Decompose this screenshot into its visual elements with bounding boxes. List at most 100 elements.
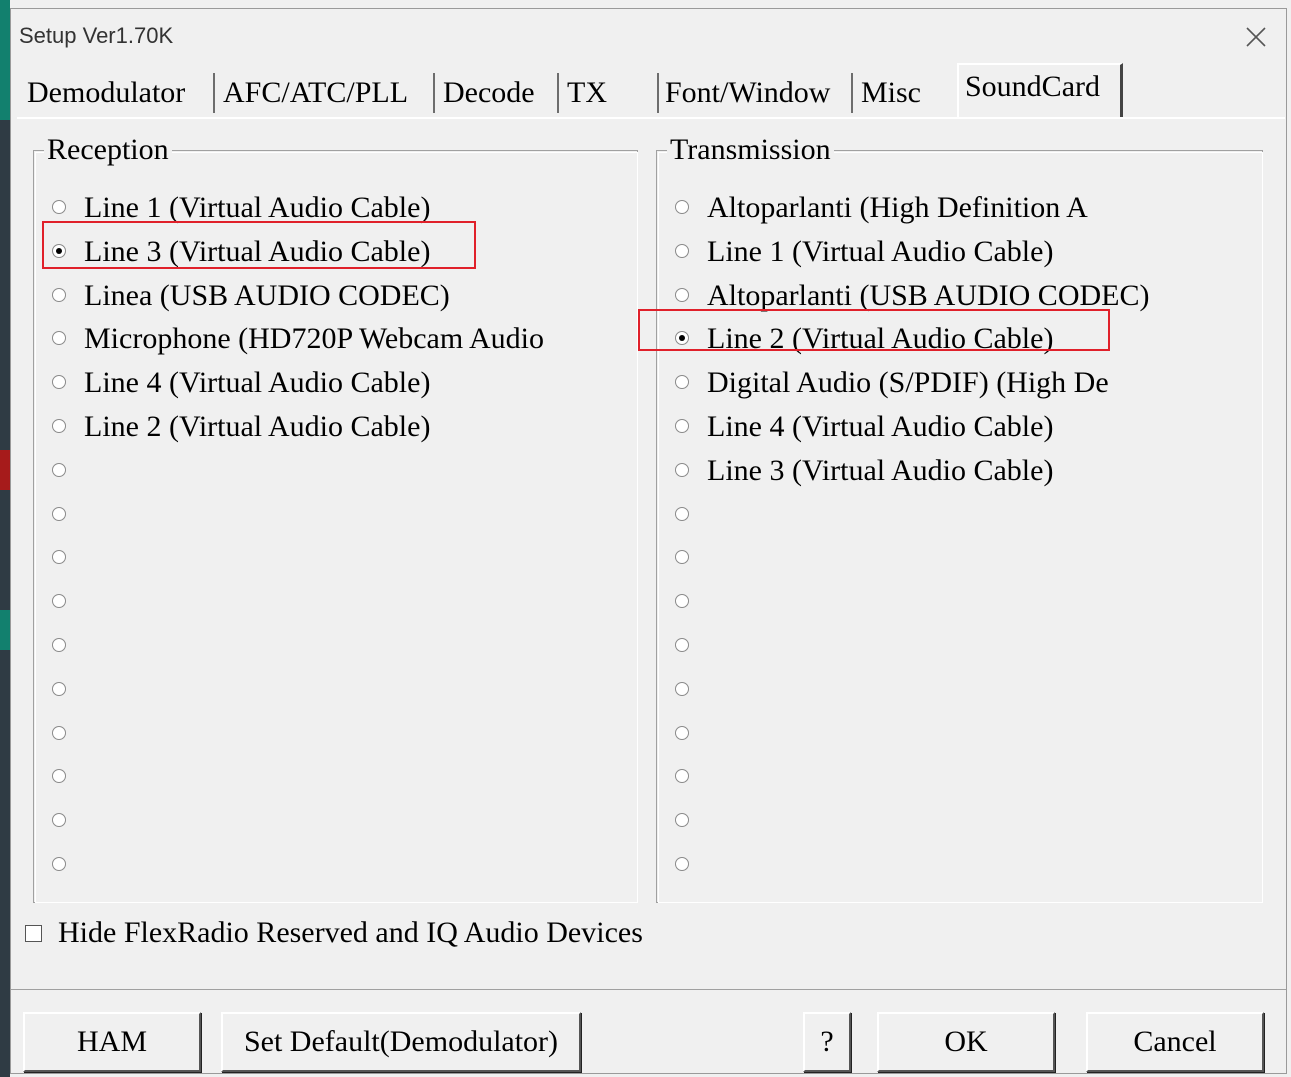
reception-option[interactable] xyxy=(48,757,608,797)
transmission-group: Transmission Altoparlanti (High Definiti… xyxy=(656,133,1263,903)
reception-option[interactable]: Line 3 (Virtual Audio Cable) xyxy=(48,232,608,272)
background-accent xyxy=(0,450,10,490)
transmission-option[interactable]: Altoparlanti (High Definition A xyxy=(671,188,1231,228)
reception-option-label: Linea (USB AUDIO CODEC) xyxy=(84,278,450,312)
tab-font-window[interactable]: Font/Window xyxy=(657,73,853,113)
reception-option-label: Line 3 (Virtual Audio Cable) xyxy=(84,234,431,268)
transmission-option[interactable]: Altoparlanti (USB AUDIO CODEC) xyxy=(671,276,1231,316)
radio-button[interactable] xyxy=(52,462,66,477)
radio-button[interactable] xyxy=(675,506,689,521)
transmission-option[interactable] xyxy=(671,714,1231,754)
close-button[interactable] xyxy=(1238,19,1274,55)
reception-option[interactable] xyxy=(48,714,608,754)
set-default-button[interactable]: Set Default(Demodulator) xyxy=(221,1012,581,1072)
reception-option[interactable]: Line 4 (Virtual Audio Cable) xyxy=(48,363,608,403)
reception-option-label: Line 1 (Virtual Audio Cable) xyxy=(84,191,431,224)
radio-button[interactable] xyxy=(52,200,66,214)
reception-option-label: Line 4 (Virtual Audio Cable) xyxy=(84,366,431,400)
radio-button[interactable] xyxy=(675,857,689,871)
help-button[interactable]: ? xyxy=(803,1012,851,1072)
radio-button[interactable] xyxy=(675,200,689,214)
background-app-edge xyxy=(0,0,10,1077)
radio-button[interactable] xyxy=(52,813,66,828)
radio-button[interactable] xyxy=(675,725,689,740)
transmission-option[interactable] xyxy=(671,670,1231,710)
transmission-option[interactable] xyxy=(671,845,1231,885)
transmission-option[interactable] xyxy=(671,757,1231,797)
radio-button[interactable] xyxy=(675,550,689,565)
radio-button[interactable] xyxy=(675,769,689,784)
reception-option[interactable] xyxy=(48,451,608,491)
reception-option[interactable]: Microphone (HD720P Webcam Audio xyxy=(48,319,608,359)
radio-button[interactable] xyxy=(52,506,66,521)
transmission-option-label: Line 4 (Virtual Audio Cable) xyxy=(707,410,1054,443)
radio-button[interactable] xyxy=(675,594,689,609)
reception-option[interactable] xyxy=(48,801,608,841)
radio-button[interactable] xyxy=(675,813,689,828)
reception-option[interactable] xyxy=(48,495,608,535)
transmission-option-label: Digital Audio (S/PDIF) (High De xyxy=(707,366,1109,400)
setup-dialog: Setup Ver1.70K Demodulator AFC/ATC/PLL D… xyxy=(10,8,1287,1074)
transmission-option[interactable]: Line 3 (Virtual Audio Cable) xyxy=(671,451,1231,491)
reception-option[interactable]: Line 1 (Virtual Audio Cable) xyxy=(48,188,608,228)
transmission-option[interactable]: Line 1 (Virtual Audio Cable) xyxy=(671,232,1231,272)
tab-misc[interactable]: Misc xyxy=(855,73,953,113)
tab-demodulator[interactable]: Demodulator xyxy=(21,73,215,113)
transmission-option[interactable] xyxy=(671,495,1231,535)
transmission-option[interactable]: Line 4 (Virtual Audio Cable) xyxy=(671,407,1231,447)
transmission-option-label: Altoparlanti (USB AUDIO CODEC) xyxy=(707,278,1150,312)
transmission-option[interactable] xyxy=(671,582,1231,622)
reception-option-label: Line 2 (Virtual Audio Cable) xyxy=(84,410,431,443)
transmission-option[interactable]: Line 2 (Virtual Audio Cable) xyxy=(671,319,1231,359)
radio-button[interactable] xyxy=(52,769,66,784)
transmission-option-label: Altoparlanti (High Definition A xyxy=(707,191,1088,224)
tab-tx[interactable]: TX xyxy=(561,73,657,113)
radio-button[interactable] xyxy=(675,681,689,696)
radio-button[interactable] xyxy=(52,375,66,390)
radio-button[interactable] xyxy=(52,419,66,433)
transmission-option[interactable] xyxy=(671,538,1231,578)
reception-option[interactable] xyxy=(48,538,608,578)
radio-button[interactable] xyxy=(675,243,689,258)
close-icon xyxy=(1246,27,1266,47)
reception-option[interactable] xyxy=(48,582,608,622)
reception-legend: Reception xyxy=(44,133,172,167)
radio-button[interactable] xyxy=(675,462,689,477)
transmission-option[interactable] xyxy=(671,801,1231,841)
reception-option[interactable] xyxy=(48,845,608,885)
transmission-option[interactable]: Digital Audio (S/PDIF) (High De xyxy=(671,363,1231,403)
radio-button[interactable] xyxy=(52,331,66,346)
radio-button[interactable] xyxy=(675,638,689,652)
radio-button[interactable] xyxy=(675,287,689,302)
reception-option-label: Microphone (HD720P Webcam Audio xyxy=(84,322,545,356)
tab-decode[interactable]: Decode xyxy=(437,73,559,113)
radio-button[interactable] xyxy=(675,375,689,390)
background-accent xyxy=(0,0,10,120)
radio-button[interactable] xyxy=(675,419,689,433)
radio-button[interactable] xyxy=(52,550,66,565)
radio-button[interactable] xyxy=(52,243,66,258)
reception-option[interactable] xyxy=(48,670,608,710)
radio-button[interactable] xyxy=(52,594,66,609)
radio-button[interactable] xyxy=(52,638,66,652)
reception-group: Reception Line 1 (Virtual Audio Cable) Li… xyxy=(33,133,638,903)
ok-button[interactable]: OK xyxy=(877,1012,1055,1072)
radio-button[interactable] xyxy=(52,725,66,740)
hide-flexradio-checkbox[interactable] xyxy=(25,925,42,942)
reception-option[interactable] xyxy=(48,626,608,666)
background-accent xyxy=(0,610,10,650)
button-bar-separator xyxy=(11,989,1286,990)
tab-soundcard[interactable]: SoundCard xyxy=(957,63,1123,117)
reception-option[interactable]: Linea (USB AUDIO CODEC) xyxy=(48,276,608,316)
tab-afc-atc-pll[interactable]: AFC/ATC/PLL xyxy=(217,73,435,113)
radio-button[interactable] xyxy=(675,331,689,346)
radio-button[interactable] xyxy=(52,857,66,871)
cancel-button[interactable]: Cancel xyxy=(1086,1012,1264,1072)
ham-button[interactable]: HAM xyxy=(23,1012,201,1072)
reception-option[interactable]: Line 2 (Virtual Audio Cable) xyxy=(48,407,608,447)
hide-flexradio-checkbox-row[interactable]: Hide FlexRadio Reserved and IQ Audio Dev… xyxy=(23,913,723,953)
transmission-option[interactable] xyxy=(671,626,1231,666)
radio-button[interactable] xyxy=(52,287,66,302)
title-bar[interactable]: Setup Ver1.70K xyxy=(11,9,1286,61)
radio-button[interactable] xyxy=(52,681,66,696)
